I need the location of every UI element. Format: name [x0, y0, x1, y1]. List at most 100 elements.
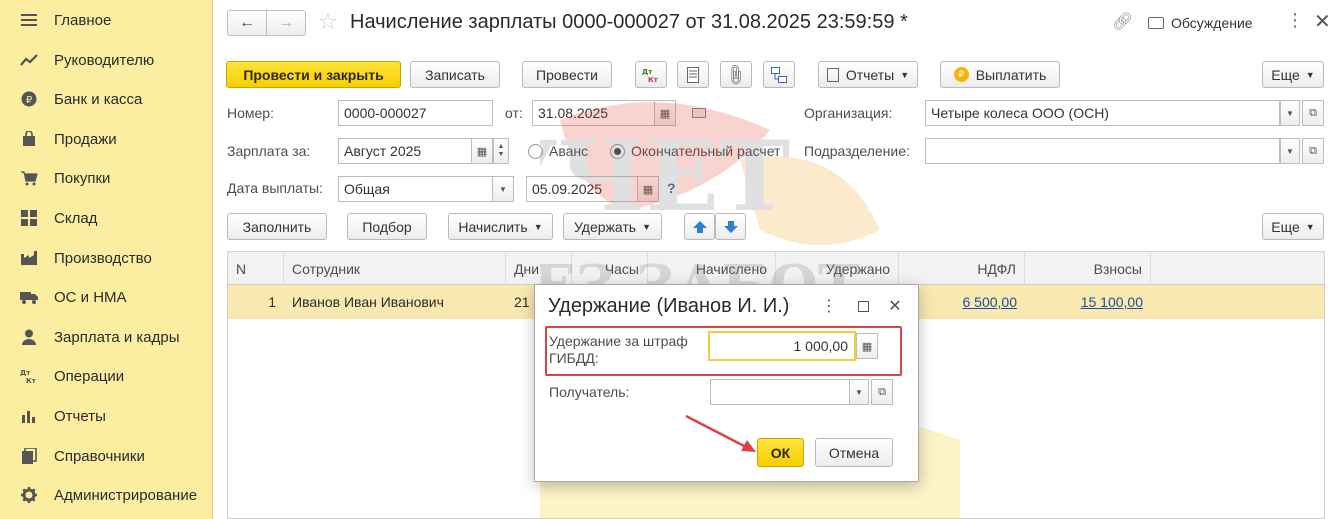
sidebar-item-reports[interactable]: Отчеты [0, 397, 213, 435]
ok-button[interactable]: ОК [757, 438, 804, 467]
discussion-button[interactable]: Обсуждение [1148, 12, 1253, 34]
pay-date-calendar-button[interactable]: ▦ [637, 176, 659, 202]
sidebar-item-label: Отчеты [54, 407, 106, 425]
column-withheld[interactable]: Удержано [776, 252, 899, 285]
dt-kt-button[interactable]: Дт Кт [635, 61, 667, 88]
recipient-dropdown-button[interactable]: ▼ [849, 379, 869, 405]
withholding-dialog: Удержание (Иванов И. И.) ⋮ ✕ Удержание з… [534, 284, 919, 482]
division-field[interactable] [925, 138, 1280, 164]
column-days[interactable]: Дни [506, 252, 572, 285]
division-label: Подразделение: [804, 143, 910, 159]
sidebar-item-fixed-assets[interactable]: ОС и НМА [0, 278, 213, 316]
fine-amount-field[interactable]: 1 000,00 [708, 331, 856, 361]
cell-contributions[interactable]: 15 100,00 [1025, 285, 1151, 319]
document-info-icon[interactable] [692, 108, 706, 118]
column-employee[interactable]: Сотрудник [284, 252, 506, 285]
column-accrued[interactable]: Начислено [648, 252, 776, 285]
nav-back-button[interactable]: ← [227, 10, 267, 36]
withhold-button[interactable]: Удержать ▼ [563, 213, 662, 240]
recipient-field[interactable] [710, 379, 850, 405]
help-icon[interactable]: ? [667, 180, 676, 196]
calendar-button[interactable]: ▦ [654, 100, 676, 126]
pay-button[interactable]: ₽ Выплатить [940, 61, 1060, 88]
svg-text:₽: ₽ [26, 95, 33, 106]
svg-text:Кт: Кт [26, 377, 37, 384]
division-dropdown-button[interactable]: ▼ [1280, 138, 1300, 164]
sidebar-item-sales[interactable]: Продажи [0, 120, 213, 158]
svg-text:Кт: Кт [648, 76, 659, 83]
svg-text:Дт: Дт [20, 369, 31, 377]
sidebar-item-label: Банк и касса [54, 90, 143, 108]
salary-period-label: Зарплата за: [227, 143, 311, 159]
date-field[interactable]: 31.08.2025 [532, 100, 655, 126]
move-up-button[interactable] [684, 213, 715, 240]
salary-period-field[interactable]: Август 2025 [338, 138, 472, 164]
pay-date-type-field[interactable]: Общая [338, 176, 493, 202]
sidebar-item-bank[interactable]: ₽ Банк и касса [0, 80, 213, 118]
sidebar-item-warehouse[interactable]: Склад [0, 199, 213, 237]
organization-dropdown-button[interactable]: ▼ [1280, 100, 1300, 126]
sidebar-item-label: ОС и НМА [54, 288, 127, 306]
structure-button[interactable] [763, 61, 795, 88]
document-icon [687, 66, 699, 83]
sidebar-item-operations[interactable]: Дт Кт Операции [0, 357, 213, 395]
move-down-button[interactable] [715, 213, 746, 240]
sidebar-item-admin[interactable]: Администрирование [0, 476, 213, 514]
more-vertical-icon[interactable]: ⋮ [818, 295, 840, 317]
radio-on-icon [610, 143, 625, 159]
gear-icon [20, 486, 38, 504]
post-button[interactable]: Провести [522, 61, 612, 88]
column-n[interactable]: N [228, 252, 284, 285]
sidebar-item-director[interactable]: Руководителю [0, 41, 213, 79]
table-more-button[interactable]: Еще ▼ [1262, 213, 1324, 240]
period-calendar-button[interactable]: ▦ [471, 138, 493, 164]
save-button[interactable]: Записать [410, 61, 500, 88]
pay-date-field[interactable]: 05.09.2025 [526, 176, 638, 202]
dt-kt-icon: ДтКт [20, 367, 38, 385]
more-button[interactable]: Еще ▼ [1262, 61, 1324, 88]
calculator-button[interactable]: ▦ [856, 333, 878, 359]
column-hours[interactable]: Часы [572, 252, 648, 285]
cart-icon [20, 169, 38, 187]
advance-radio[interactable]: Аванс [528, 143, 588, 159]
sidebar-item-purchases[interactable]: Покупки [0, 159, 213, 197]
attach-button[interactable]: 📎︎ [720, 61, 752, 88]
chevron-down-icon: ▼ [1286, 146, 1294, 156]
post-and-close-button[interactable]: Провести и закрыть [226, 61, 401, 88]
pick-button[interactable]: Подбор [347, 213, 427, 240]
link-icon[interactable]: 🔗︎ [1112, 12, 1134, 32]
close-icon[interactable]: ✕ [1314, 9, 1331, 34]
column-ndfl[interactable]: НДФЛ [899, 252, 1025, 285]
radio-off-icon [528, 143, 543, 159]
reports-button[interactable]: Отчеты ▼ [818, 61, 918, 88]
organization-open-button[interactable]: ⧉ [1302, 100, 1324, 126]
division-open-button[interactable]: ⧉ [1302, 138, 1324, 164]
more-vertical-icon[interactable]: ⋮ [1286, 10, 1304, 31]
close-icon[interactable]: ✕ [884, 295, 906, 317]
sidebar-item-production[interactable]: Производство [0, 239, 213, 277]
final-calc-radio[interactable]: Окончательный расчет [610, 143, 780, 159]
number-field[interactable]: 0000-000027 [338, 100, 493, 126]
dialog-title: Удержание (Иванов И. И.) [548, 295, 790, 317]
organization-field[interactable]: Четыре колеса ООО (ОСН) [925, 100, 1280, 126]
sidebar-item-catalogs[interactable]: Справочники [0, 437, 213, 475]
open-icon: ⧉ [878, 385, 886, 398]
arrow-right-icon: → [278, 14, 294, 31]
maximize-icon[interactable] [852, 295, 874, 317]
pay-date-type-dropdown[interactable]: ▼ [492, 176, 514, 202]
sidebar-item-salary[interactable]: Зарплата и кадры [0, 318, 213, 356]
table-header: N Сотрудник Дни Часы Начислено Удержано … [228, 252, 1324, 285]
fill-button[interactable]: Заполнить [227, 213, 327, 240]
column-contributions[interactable]: Взносы [1025, 252, 1151, 285]
period-stepper[interactable]: ▲ ▼ [493, 138, 509, 164]
accrue-button[interactable]: Начислить ▼ [448, 213, 553, 240]
sidebar-item-main[interactable]: Главное [0, 1, 213, 39]
recipient-open-button[interactable]: ⧉ [871, 379, 893, 405]
bag-icon [20, 130, 38, 148]
favorite-star-icon[interactable]: ☆ [318, 9, 338, 35]
sidebar-item-label: Зарплата и кадры [54, 328, 180, 346]
truck-icon [20, 288, 38, 306]
nav-forward-button[interactable]: → [266, 10, 306, 36]
cancel-button[interactable]: Отмена [815, 438, 893, 467]
document-list-button[interactable] [677, 61, 709, 88]
